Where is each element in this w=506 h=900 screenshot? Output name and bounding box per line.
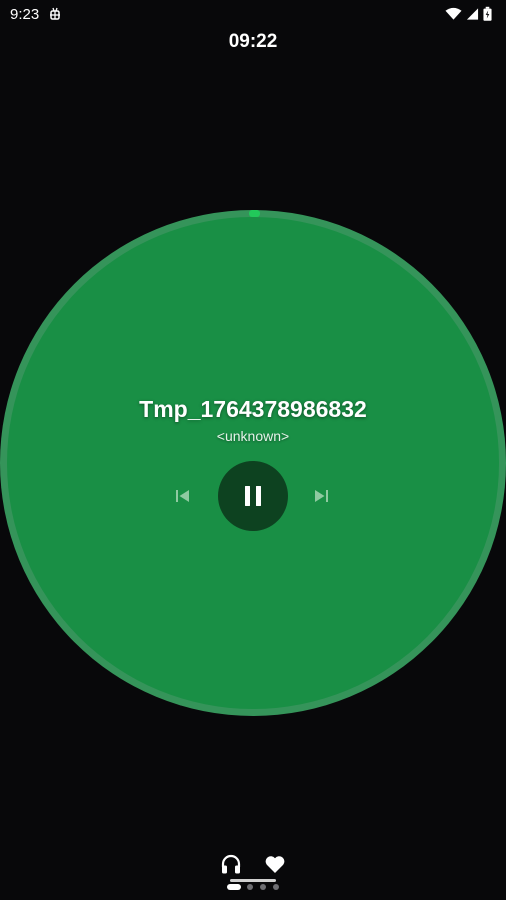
page-indicator [227, 884, 279, 890]
pause-icon [245, 486, 261, 506]
skip-previous-icon[interactable] [174, 487, 192, 505]
headphones-icon[interactable] [220, 853, 242, 875]
battery-charging-icon [483, 6, 492, 21]
pause-button[interactable] [218, 461, 288, 531]
page-dot [247, 884, 253, 890]
wifi-icon [445, 7, 462, 20]
page-dot [260, 884, 266, 890]
cellular-signal-icon [466, 8, 479, 20]
track-title: Tmp_1764378986832 [139, 396, 367, 422]
home-handle[interactable] [230, 879, 276, 882]
page-dot [273, 884, 279, 890]
track-artist: <unknown> [216, 428, 290, 444]
status-bar: 9:23 [0, 0, 506, 28]
status-icons [445, 6, 492, 22]
skip-next-icon[interactable] [312, 487, 330, 505]
bug-icon [50, 7, 60, 20]
progress-indicator[interactable] [249, 210, 260, 217]
status-time: 9:23 [10, 6, 40, 23]
page-dot-active [227, 884, 241, 890]
watch-screen: 9:23 09:22 Tmp_1764378986832 <unknown> [0, 0, 506, 900]
heart-icon[interactable] [264, 853, 286, 875]
clock-time: 09:22 [228, 31, 278, 52]
